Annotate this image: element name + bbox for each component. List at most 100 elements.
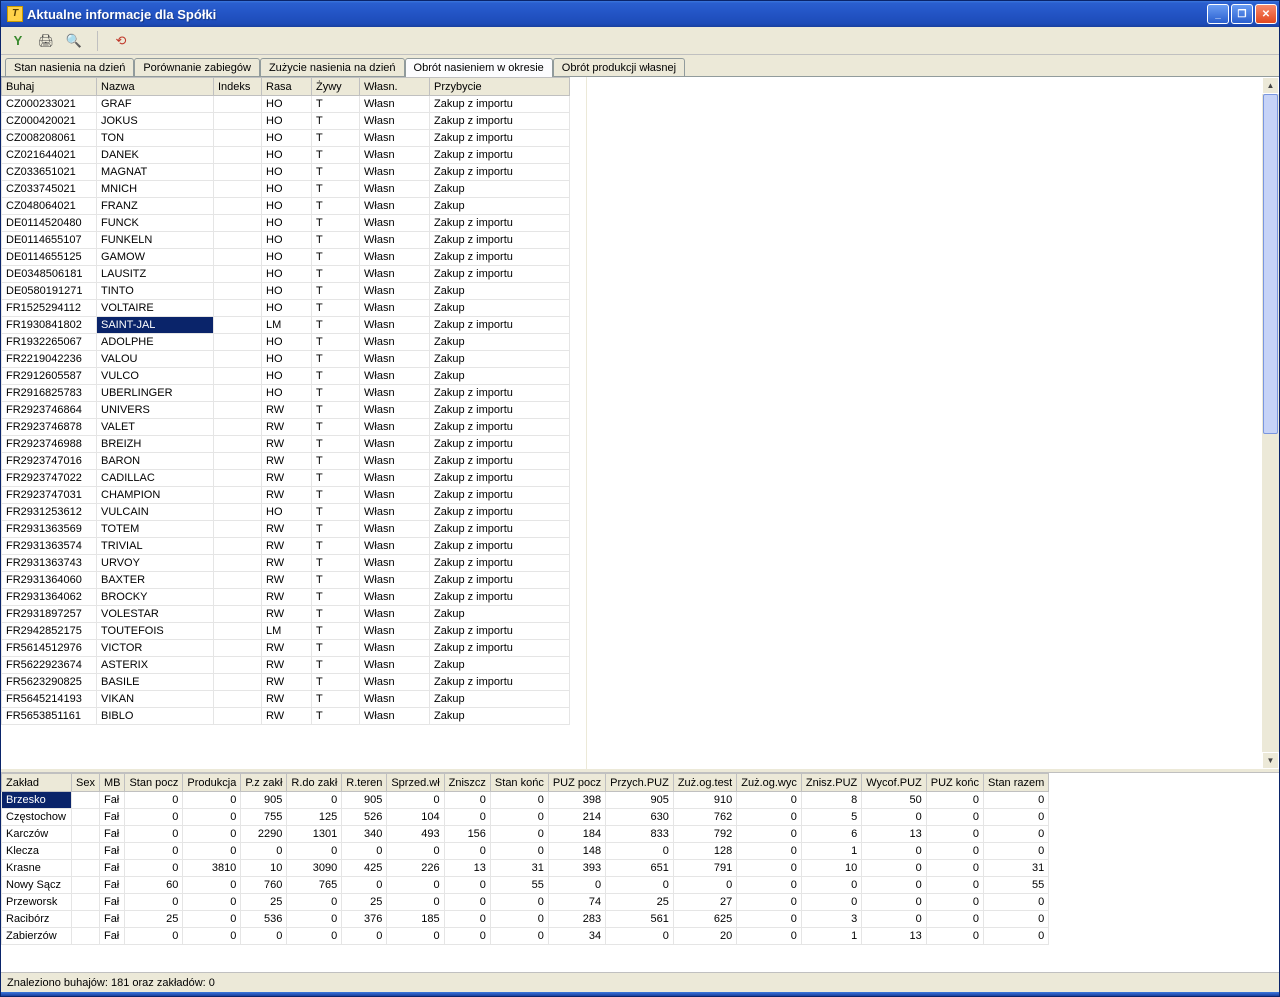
- table-row[interactable]: FR2931363574TRIVIALRWTWłasnZakup z impor…: [2, 538, 570, 555]
- table-row[interactable]: BrzeskoFał009050905000398905910085000: [2, 792, 1049, 809]
- table-row[interactable]: FR2923747031CHAMPIONRWTWłasnZakup z impo…: [2, 487, 570, 504]
- table-row[interactable]: FR5614512976VICTORRWTWłasnZakup z import…: [2, 640, 570, 657]
- table-row[interactable]: FR2923747016BARONRWTWłasnZakup z importu: [2, 453, 570, 470]
- toolbar: Y 🖨 🔍 ⟲: [1, 27, 1279, 55]
- table-row[interactable]: FR2912605587VULCOHOTWłasnZakup: [2, 368, 570, 385]
- table-row[interactable]: FR2931364060BAXTERRWTWłasnZakup z import…: [2, 572, 570, 589]
- table-row[interactable]: RacibórzFał25053603761850028356162503000: [2, 911, 1049, 928]
- lower-col-zuz_og_wyc[interactable]: Zuż.og.wyc: [737, 774, 802, 792]
- scroll-down-button[interactable]: ▼: [1262, 752, 1279, 769]
- lower-col-mb[interactable]: MB: [99, 774, 125, 792]
- table-row[interactable]: DE0348506181LAUSITZHOTWłasnZakup z impor…: [2, 266, 570, 283]
- table-row[interactable]: FR1930841802SAINT-JALLMTWłasnZakup z imp…: [2, 317, 570, 334]
- tab-2[interactable]: Zużycie nasienia na dzień: [260, 58, 405, 76]
- scroll-track[interactable]: [1262, 94, 1279, 752]
- lower-col-przych_puz[interactable]: Przych.PUZ: [606, 774, 674, 792]
- table-row[interactable]: DE0580191271TINTOHOTWłasnZakup: [2, 283, 570, 300]
- table-row[interactable]: PrzeworskFał002502500074252700000: [2, 894, 1049, 911]
- tabs-bar: Stan nasienia na dzieńPorównanie zabiegó…: [1, 55, 1279, 77]
- upper-col-buhaj[interactable]: Buhaj: [2, 78, 97, 96]
- lower-col-r_teren[interactable]: R.teren: [342, 774, 387, 792]
- table-row[interactable]: KrasneFał0381010309042522613313936517910…: [2, 860, 1049, 877]
- upper-col-przybycie[interactable]: Przybycie: [430, 78, 570, 96]
- lower-col-znisz_puz[interactable]: Znisz.PUZ: [801, 774, 861, 792]
- table-row[interactable]: FR2931363743URVOYRWTWłasnZakup z importu: [2, 555, 570, 572]
- tab-0[interactable]: Stan nasienia na dzień: [5, 58, 134, 76]
- upper-col-rasa[interactable]: Rasa: [262, 78, 312, 96]
- tab-4[interactable]: Obrót produkcji własnej: [553, 58, 685, 76]
- upper-right-panel: ▲ ▼: [586, 77, 1279, 769]
- lower-col-puz_pocz[interactable]: PUZ pocz: [548, 774, 605, 792]
- table-row[interactable]: CzęstochowFał007551255261040021463076205…: [2, 809, 1049, 826]
- table-row[interactable]: FR2931364062BROCKYRWTWłasnZakup z import…: [2, 589, 570, 606]
- table-row[interactable]: KleczaFał00000000148012801000: [2, 843, 1049, 860]
- lower-col-zaklad[interactable]: Zakład: [2, 774, 72, 792]
- taskbar: [1, 992, 1279, 996]
- filter-icon[interactable]: Y: [9, 32, 27, 50]
- table-row[interactable]: FR2931253612VULCAINHOTWłasnZakup z impor…: [2, 504, 570, 521]
- upper-col-zywy[interactable]: Żywy: [312, 78, 360, 96]
- tab-3[interactable]: Obrót nasieniem w okresie: [405, 58, 553, 77]
- table-row[interactable]: ZabierzówFał0000000034020011300: [2, 928, 1049, 945]
- tab-1[interactable]: Porównanie zabiegów: [134, 58, 260, 76]
- table-row[interactable]: FR1525294112VOLTAIREHOTWłasnZakup: [2, 300, 570, 317]
- lower-col-p_z_zakl[interactable]: P.z zakł: [241, 774, 287, 792]
- window-title: Aktualne informacje dla Spółki: [27, 7, 1207, 22]
- table-row[interactable]: FR2923747022CADILLACRWTWłasnZakup z impo…: [2, 470, 570, 487]
- table-row[interactable]: CZ021644021DANEKHOTWłasnZakup z importu: [2, 147, 570, 164]
- table-row[interactable]: FR5653851161BIBLORWTWłasnZakup: [2, 708, 570, 725]
- lower-col-stan_pocz[interactable]: Stan pocz: [125, 774, 183, 792]
- vertical-scrollbar[interactable]: ▲ ▼: [1262, 77, 1279, 769]
- upper-col-indeks[interactable]: Indeks: [214, 78, 262, 96]
- lower-col-zniszcz[interactable]: Zniszcz: [444, 774, 490, 792]
- table-row[interactable]: DE0114655125GAMOWHOTWłasnZakup z importu: [2, 249, 570, 266]
- table-row[interactable]: FR1932265067ADOLPHEHOTWłasnZakup: [2, 334, 570, 351]
- lower-grid[interactable]: ZakładSexMBStan poczProdukcjaP.z zakłR.d…: [1, 773, 1279, 972]
- table-row[interactable]: FR5623290825BASILERWTWłasnZakup z import…: [2, 674, 570, 691]
- table-row[interactable]: FR2931897257VOLESTARRWTWłasnZakup: [2, 606, 570, 623]
- table-row[interactable]: FR5622923674ASTERIXRWTWłasnZakup: [2, 657, 570, 674]
- close-button[interactable]: ✕: [1255, 4, 1277, 24]
- table-row[interactable]: CZ008208061TONHOTWłasnZakup z importu: [2, 130, 570, 147]
- table-row[interactable]: CZ033651021MAGNATHOTWłasnZakup z importu: [2, 164, 570, 181]
- refresh-icon[interactable]: ⟲: [112, 32, 130, 50]
- statusbar: Znaleziono buhajów: 181 oraz zakładów: 0: [1, 972, 1279, 992]
- table-row[interactable]: FR2923746988BREIZHRWTWłasnZakup z import…: [2, 436, 570, 453]
- table-row[interactable]: FR5645214193VIKANRWTWłasnZakup: [2, 691, 570, 708]
- table-row[interactable]: FR2931363569TOTEMRWTWłasnZakup z importu: [2, 521, 570, 538]
- upper-col-wlasn[interactable]: Własn.: [360, 78, 430, 96]
- lower-col-produkcja[interactable]: Produkcja: [183, 774, 241, 792]
- table-row[interactable]: FR2219042236VALOUHOTWłasnZakup: [2, 351, 570, 368]
- table-row[interactable]: Nowy SączFał60076076500055000000055: [2, 877, 1049, 894]
- table-row[interactable]: KarczówFał002290130134049315601848337920…: [2, 826, 1049, 843]
- titlebar: T Aktualne informacje dla Spółki _ ❐ ✕: [1, 1, 1279, 27]
- status-text: Znaleziono buhajów: 181 oraz zakładów: 0: [7, 977, 215, 989]
- lower-col-r_do_zakl[interactable]: R.do zakł: [287, 774, 342, 792]
- lower-col-stan_konc[interactable]: Stan końc: [490, 774, 548, 792]
- scroll-thumb[interactable]: [1263, 94, 1278, 434]
- table-row[interactable]: DE0114520480FUNCKHOTWłasnZakup z importu: [2, 215, 570, 232]
- maximize-button[interactable]: ❐: [1231, 4, 1253, 24]
- lower-col-puz_konc[interactable]: PUZ końc: [926, 774, 983, 792]
- lower-col-stan_razem[interactable]: Stan razem: [984, 774, 1049, 792]
- lower-col-zuz_og_test[interactable]: Zuż.og.test: [673, 774, 736, 792]
- upper-col-nazwa[interactable]: Nazwa: [97, 78, 214, 96]
- lower-col-sex[interactable]: Sex: [72, 774, 100, 792]
- table-row[interactable]: FR2923746878VALETRWTWłasnZakup z importu: [2, 419, 570, 436]
- search-icon[interactable]: 🔍: [65, 32, 83, 50]
- lower-col-wycof_puz[interactable]: Wycof.PUZ: [862, 774, 927, 792]
- table-row[interactable]: CZ000420021JOKUSHOTWłasnZakup z importu: [2, 113, 570, 130]
- table-row[interactable]: DE0114655107FUNKELNHOTWłasnZakup z impor…: [2, 232, 570, 249]
- scroll-up-button[interactable]: ▲: [1262, 77, 1279, 94]
- table-row[interactable]: CZ000233021GRAFHOTWłasnZakup z importu: [2, 96, 570, 113]
- minimize-button[interactable]: _: [1207, 4, 1229, 24]
- lower-col-sprzed_wl[interactable]: Sprzed.wł: [387, 774, 444, 792]
- table-row[interactable]: CZ048064021FRANZHOTWłasnZakup: [2, 198, 570, 215]
- print-icon[interactable]: 🖨: [37, 32, 55, 50]
- table-row[interactable]: CZ033745021MNICHHOTWłasnZakup: [2, 181, 570, 198]
- table-row[interactable]: FR2942852175TOUTEFOISLMTWłasnZakup z imp…: [2, 623, 570, 640]
- toolbar-separator: [97, 31, 98, 51]
- upper-grid[interactable]: BuhajNazwaIndeksRasaŻywyWłasn.PrzybycieC…: [1, 77, 586, 769]
- table-row[interactable]: FR2916825783UBERLINGERHOTWłasnZakup z im…: [2, 385, 570, 402]
- table-row[interactable]: FR2923746864UNIVERSRWTWłasnZakup z impor…: [2, 402, 570, 419]
